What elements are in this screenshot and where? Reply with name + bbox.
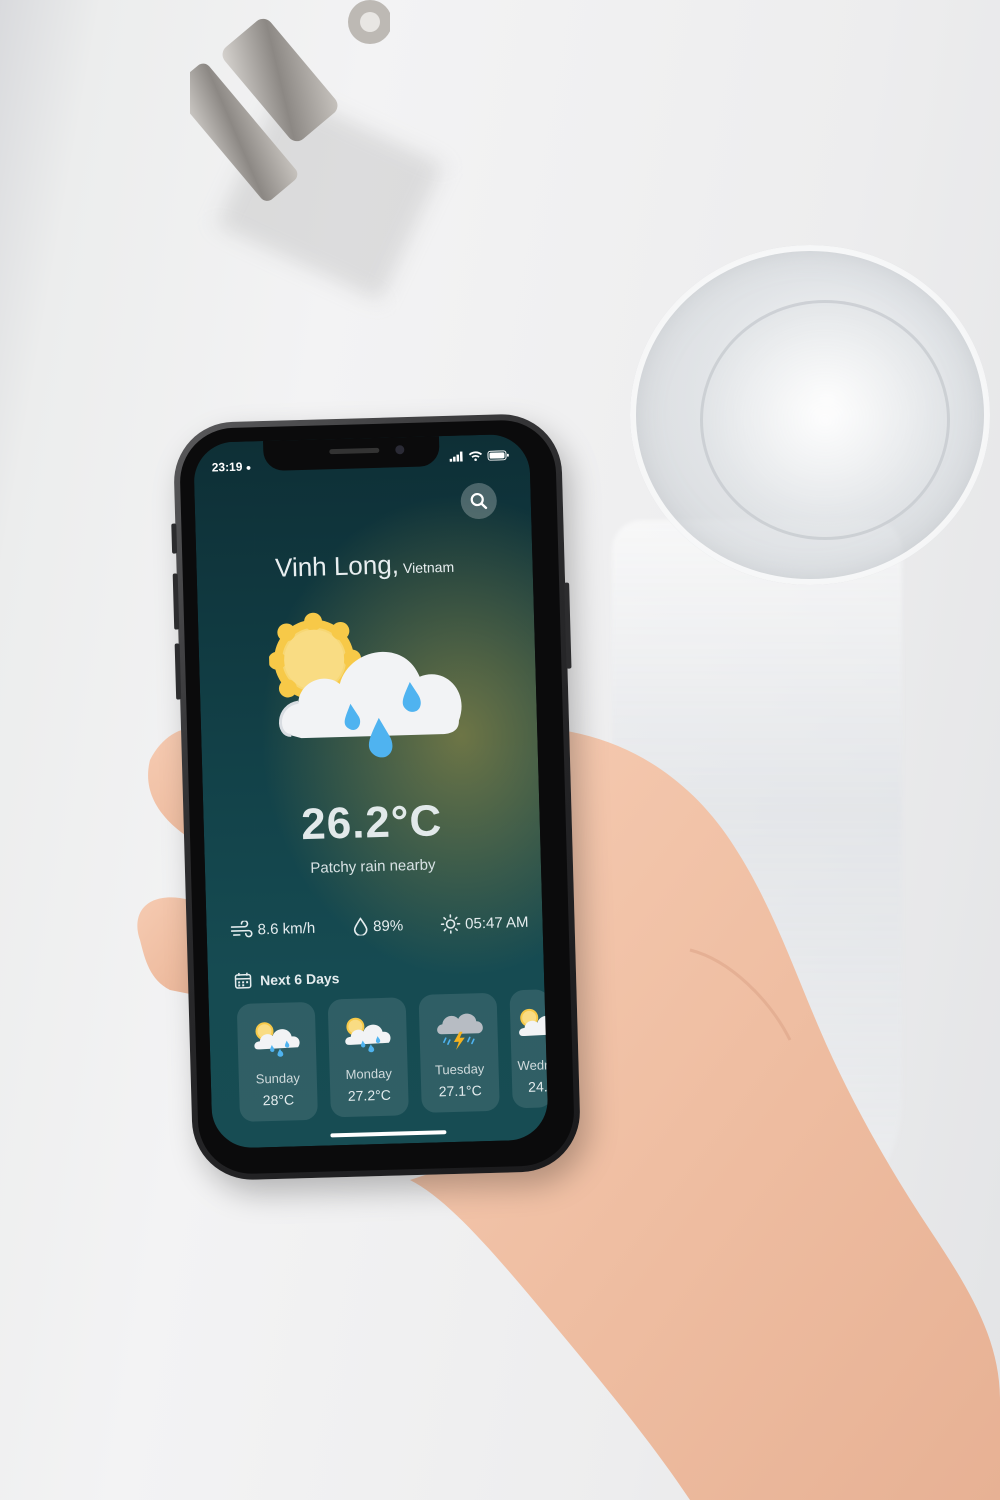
forecast-day-card[interactable]: Sunday 28°C <box>236 1001 318 1122</box>
location-heading: Vinh Long, Vietnam <box>196 546 533 586</box>
stats-row: 8.6 km/h 89% 05:47 AM <box>230 912 529 940</box>
background-scene: 23:19 ● Vinh Long, Vietnam 26.2°C Patchy… <box>0 0 1000 1500</box>
country-name: Vietnam <box>402 558 455 577</box>
search-button[interactable] <box>460 482 498 520</box>
speaker <box>329 447 380 455</box>
search-icon <box>470 492 488 510</box>
day-temp: 28°C <box>262 1091 295 1109</box>
volume-down-button <box>174 643 182 700</box>
city-name: Vinh Long, <box>274 549 400 583</box>
home-indicator[interactable] <box>330 1130 447 1138</box>
calendar-icon <box>234 972 252 989</box>
forecast-list: Sunday 28°C Monday 27.2°C Tuesday 27.1°C… <box>236 989 549 1122</box>
sun-icon <box>440 914 460 934</box>
humidity-value: 89% <box>372 916 404 935</box>
wifi-icon <box>468 451 483 462</box>
forecast-title: Next 6 Days <box>259 970 340 989</box>
power-button <box>564 582 572 669</box>
status-icons <box>449 450 509 462</box>
day-name: Wedr <box>517 1057 549 1074</box>
forecast-day-card[interactable]: Wedr 24. <box>509 989 549 1109</box>
sunrise-stat: 05:47 AM <box>440 912 529 934</box>
wind-value: 8.6 km/h <box>257 919 316 938</box>
day-temp: 27.2°C <box>347 1086 392 1104</box>
status-time: 23:19 ● <box>211 459 252 475</box>
sun-cloud-rain-icon <box>519 1008 549 1037</box>
mute-switch <box>171 523 178 554</box>
thunder-rain-icon <box>437 1013 483 1050</box>
person-icon: ● <box>245 462 252 473</box>
forecast-day-card[interactable]: Monday 27.2°C <box>327 997 409 1118</box>
front-camera <box>395 445 405 455</box>
phone: 23:19 ● Vinh Long, Vietnam 26.2°C Patchy… <box>171 412 582 1182</box>
water-glass-rim <box>700 300 950 540</box>
binder-clip <box>190 0 390 201</box>
volume-up-button <box>172 573 180 630</box>
droplet-icon <box>353 917 368 936</box>
day-temp: 27.1°C <box>438 1082 482 1100</box>
sun-cloud-rain-icon <box>268 612 462 758</box>
status-time-text: 23:19 <box>211 459 243 475</box>
current-condition: Patchy rain nearby <box>310 856 436 877</box>
weather-app-screen: 23:19 ● Vinh Long, Vietnam 26.2°C Patchy… <box>193 433 549 1149</box>
current-temperature: 26.2°C <box>300 796 443 850</box>
forecast-day-card[interactable]: Tuesday 27.1°C <box>418 992 500 1113</box>
day-temp: 24. <box>527 1078 548 1095</box>
sun-cloud-rain-icon <box>345 1017 391 1053</box>
wind-stat: 8.6 km/h <box>230 918 315 940</box>
day-name: Monday <box>345 1065 393 1082</box>
day-name: Tuesday <box>434 1061 485 1078</box>
day-name: Sunday <box>255 1070 301 1087</box>
signal-icon <box>449 451 463 462</box>
wind-icon <box>230 920 253 938</box>
sun-cloud-rain-icon <box>254 1022 300 1057</box>
notch <box>263 436 440 472</box>
forecast-heading: Next 6 Days <box>234 969 340 990</box>
battery-icon <box>487 450 509 461</box>
sunrise-value: 05:47 AM <box>464 913 529 933</box>
humidity-stat: 89% <box>352 915 404 936</box>
